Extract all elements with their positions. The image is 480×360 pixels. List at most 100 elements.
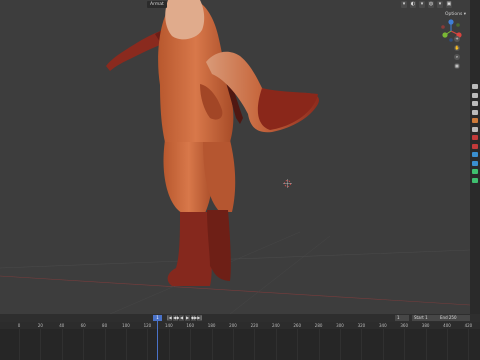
start-frame-field[interactable]: Start 1 bbox=[412, 315, 438, 321]
start-label: Start bbox=[414, 315, 424, 320]
playhead-frame-label[interactable]: 1 bbox=[153, 315, 162, 321]
timeline-grid-line bbox=[425, 329, 427, 360]
end-value: 250 bbox=[448, 315, 457, 320]
ruler-tick-label: 160 bbox=[186, 323, 195, 328]
viewport-scene bbox=[0, 0, 470, 314]
properties-tab-icon[interactable] bbox=[472, 177, 478, 183]
timeline-editor[interactable]: 0 20 40 60 80 100 120 140 160 180 200 220 240 260 280 3… bbox=[0, 322, 480, 360]
gizmo-y-icon[interactable] bbox=[442, 32, 448, 38]
playhead[interactable] bbox=[157, 315, 158, 360]
grid-line bbox=[229, 235, 331, 314]
visibility-dropdown-icon[interactable]: ▾ bbox=[401, 1, 407, 8]
perspective-toggle-icon[interactable]: ▦ bbox=[454, 63, 460, 69]
options-button[interactable]: Options ▾ bbox=[445, 12, 466, 17]
pan-hand-icon[interactable]: ✋ bbox=[454, 45, 460, 51]
timeline-grid-line bbox=[340, 329, 341, 360]
ruler-tick-label: 80 bbox=[102, 323, 108, 328]
overlay-icon[interactable]: ◐ bbox=[410, 1, 416, 8]
ruler-tick-label: 280 bbox=[314, 323, 323, 328]
ruler-tick-label: 100 bbox=[122, 323, 130, 328]
overlay-dropdown-icon[interactable]: ▾ bbox=[419, 1, 425, 8]
ruler-tick-label: 200 bbox=[229, 323, 237, 328]
ruler-tick-label: 400 bbox=[443, 323, 451, 328]
jump-end-icon[interactable]: ▶| bbox=[197, 315, 202, 321]
properties-tab-icon[interactable] bbox=[472, 126, 478, 132]
viewport-shading-toolbar: ▾ ◐ ▾ ◍ ▾ ▣ bbox=[401, 1, 452, 8]
properties-tab-icon[interactable] bbox=[472, 109, 478, 115]
3d-viewport[interactable]: Armat ▾ ◐ ▾ ◍ ▾ ▣ Options ▾ + ✋ ⌕ ▦ bbox=[0, 0, 470, 314]
frame-ruler[interactable]: 0 20 40 60 80 100 120 140 160 180 200 220 240 260 280 3… bbox=[0, 322, 480, 329]
properties-tab-icon[interactable] bbox=[472, 152, 478, 157]
ruler-tick-label: 20 bbox=[37, 323, 43, 328]
fox-character[interactable] bbox=[106, 0, 320, 286]
play-reverse-icon[interactable]: ◀ bbox=[179, 315, 184, 321]
properties-tab-bar bbox=[470, 0, 480, 314]
properties-tab-icon[interactable] bbox=[472, 160, 478, 166]
blender-window: Armat ▾ ◐ ▾ ◍ ▾ ▣ Options ▾ + ✋ ⌕ ▦ |◀ ◀… bbox=[0, 0, 480, 360]
zoom-icon[interactable]: + bbox=[454, 36, 460, 42]
playback-controls: |◀ ◀◆ ◀ ▶ ◆▶ ▶| bbox=[167, 315, 202, 321]
timeline-grid-line bbox=[104, 329, 106, 360]
timeline-grid-line bbox=[211, 329, 213, 360]
timeline-grid-line bbox=[318, 329, 320, 360]
properties-tab-icon[interactable] bbox=[472, 118, 478, 123]
ruler-tick-label: 340 bbox=[378, 323, 387, 328]
ruler-tick-label: 220 bbox=[250, 323, 259, 328]
timeline-grid-line bbox=[275, 329, 277, 360]
timeline-grid-line bbox=[126, 329, 127, 360]
timeline-grid-line bbox=[83, 329, 85, 360]
properties-tab-icon[interactable] bbox=[472, 84, 478, 89]
timeline-grid-line bbox=[61, 329, 63, 360]
timeline-grid-line bbox=[297, 329, 299, 360]
properties-tab-icon[interactable] bbox=[472, 143, 478, 149]
ruler-tick-label: 300 bbox=[336, 323, 344, 328]
timeline-grid-line bbox=[361, 329, 363, 360]
xray-icon[interactable]: ▣ bbox=[446, 1, 452, 8]
ruler-tick-label: 0 bbox=[17, 323, 21, 328]
prev-keyframe-icon[interactable]: ◀◆ bbox=[173, 315, 179, 321]
properties-tab-icon[interactable] bbox=[472, 169, 478, 174]
timeline-grid-line bbox=[404, 329, 406, 360]
grid-line bbox=[0, 249, 470, 269]
ruler-tick-label: 240 bbox=[271, 323, 280, 328]
timeline-grid-line bbox=[254, 329, 256, 360]
properties-tab-icon[interactable] bbox=[472, 135, 478, 140]
play-icon[interactable]: ▶ bbox=[185, 315, 190, 321]
shading-solid-icon[interactable]: ◍ bbox=[428, 1, 434, 8]
jump-start-icon[interactable]: |◀ bbox=[167, 315, 172, 321]
timeline-grid-line bbox=[233, 329, 234, 360]
next-keyframe-icon[interactable]: ◆▶ bbox=[191, 315, 197, 321]
properties-tab-icon[interactable] bbox=[472, 92, 478, 98]
ruler-tick-label: 140 bbox=[164, 323, 173, 328]
navigation-buttons: + ✋ ⌕ ▦ bbox=[454, 36, 460, 69]
ruler-tick-label: 40 bbox=[59, 323, 65, 328]
timeline-grid-line bbox=[447, 329, 448, 360]
ruler-tick-label: 380 bbox=[421, 323, 430, 328]
ruler-tick-label: 320 bbox=[357, 323, 366, 328]
timeline-grid-line bbox=[168, 329, 170, 360]
x-axis-line bbox=[0, 275, 470, 306]
gizmo-z-icon[interactable] bbox=[448, 19, 454, 25]
properties-tab-icon[interactable] bbox=[472, 101, 478, 106]
timeline-grid-line bbox=[40, 329, 42, 360]
current-frame-field[interactable]: 1 bbox=[395, 315, 409, 321]
timeline-grid-line bbox=[468, 329, 470, 360]
start-value: 1 bbox=[425, 315, 428, 320]
timeline-grid-line bbox=[190, 329, 192, 360]
end-frame-field[interactable]: End 250 bbox=[438, 315, 470, 321]
ruler-tick-label: 180 bbox=[207, 323, 216, 328]
timeline-grid-line bbox=[382, 329, 384, 360]
mode-dropdown[interactable]: Armat bbox=[147, 1, 167, 8]
ruler-tick-label: 60 bbox=[80, 323, 86, 328]
timeline-grid-line bbox=[147, 329, 149, 360]
shading-dropdown-icon[interactable]: ▾ bbox=[437, 1, 443, 8]
camera-view-icon[interactable]: ⌕ bbox=[454, 54, 460, 60]
end-label: End bbox=[440, 315, 448, 320]
viewport-header: Armat ▾ ◐ ▾ ◍ ▾ ▣ bbox=[0, 0, 470, 10]
3d-cursor-icon[interactable] bbox=[283, 179, 292, 188]
ruler-tick-label: 120 bbox=[143, 323, 152, 328]
ruler-tick-label: 360 bbox=[400, 323, 409, 328]
ruler-tick-label: 420 bbox=[464, 323, 473, 328]
navigation-gizmo[interactable] bbox=[438, 18, 464, 44]
timeline-grid-line bbox=[19, 329, 20, 360]
